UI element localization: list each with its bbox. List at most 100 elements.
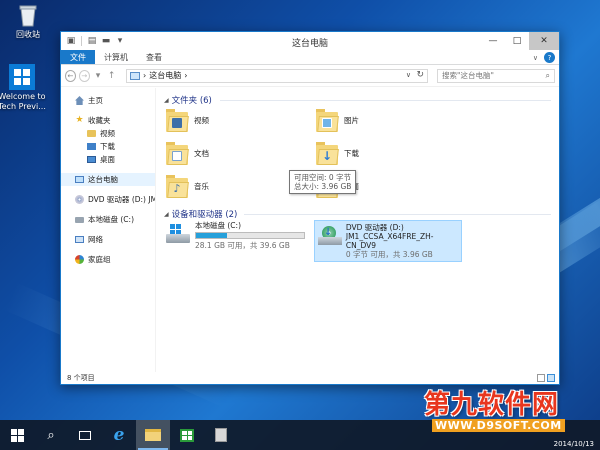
- watermark-url: WWW.D9SOFT.COM: [432, 419, 565, 432]
- folder-tile-videos[interactable]: 视频: [166, 108, 209, 132]
- sidebar-item-label: 视频: [100, 129, 115, 138]
- sidebar-item-homegroup[interactable]: 家庭组: [61, 253, 155, 266]
- disk-icon: [75, 216, 84, 223]
- drive-tile-dvd-d[interactable]: ↓ DVD 驱动器 (D:) JM1_CCSA_X64FRE_ZH-CN_DV9…: [314, 220, 462, 262]
- search-button[interactable]: ⌕: [34, 420, 68, 450]
- view-switcher: [537, 374, 555, 382]
- sidebar-item-desktop[interactable]: 桌面: [61, 153, 155, 166]
- recent-locations-button[interactable]: ▾: [93, 70, 104, 82]
- address-bar[interactable]: › 这台电脑 › ∨ ↻: [126, 68, 428, 83]
- site-watermark: 第九软件网 WWW.D9SOFT.COM: [410, 384, 600, 444]
- watermark-title: 第九软件网: [424, 390, 560, 420]
- file-explorer-button[interactable]: [136, 420, 170, 450]
- folder-tile-pictures[interactable]: 图片: [316, 108, 359, 132]
- forward-button[interactable]: →: [78, 69, 90, 82]
- drive-tooltip: 可用空间: 0 字节 总大小: 3.96 GB: [289, 170, 357, 194]
- caption-buttons: — □ ✕: [481, 32, 559, 50]
- dvd-drive-icon: ↓: [318, 226, 342, 248]
- desktop-icon-welcome[interactable]: Welcome to Tech Previ...: [0, 64, 48, 112]
- sidebar-item-videos[interactable]: 视频: [61, 127, 155, 140]
- search-icon: ⌕: [47, 427, 55, 443]
- search-icon[interactable]: ⌕: [546, 71, 550, 81]
- folder-name: 图片: [344, 115, 359, 125]
- sidebar-item-label: 这台电脑: [88, 175, 118, 184]
- collapse-caret-icon[interactable]: ◢: [164, 211, 169, 218]
- close-button[interactable]: ✕: [529, 32, 559, 50]
- explorer-body: 主页 ★ 收藏夹 视频 下载 桌面 这台电脑 DVD 驱动器 (D:) JM 本地…: [61, 88, 559, 372]
- group-header-devices[interactable]: ◢ 设备和驱动器 (2): [164, 208, 237, 220]
- help-icon[interactable]: ?: [544, 52, 555, 63]
- navigation-bar: ← → ▾ ↑ › 这台电脑 › ∨ ↻ 搜索"这台电脑" ⌕: [61, 65, 559, 87]
- sidebar-item-home[interactable]: 主页: [61, 94, 155, 107]
- sidebar-item-label: 网络: [88, 235, 103, 244]
- group-divider: [220, 100, 551, 101]
- sidebar-item-favorites[interactable]: ★ 收藏夹: [61, 114, 155, 127]
- minimize-button[interactable]: —: [481, 32, 505, 50]
- breadcrumb-separator: ›: [143, 71, 147, 80]
- sidebar-item-label: 下载: [100, 142, 115, 151]
- title-bar[interactable]: ▣ ▤ ▬ ▾ 这台电脑 — □ ✕: [61, 32, 559, 50]
- folder-tile-music[interactable]: ♪ 音乐: [166, 174, 209, 198]
- drive-name: 本地磁盘 (C:): [195, 221, 241, 230]
- folder-tile-documents[interactable]: 文档: [166, 141, 209, 165]
- folder-icon: [87, 130, 96, 137]
- tab-view[interactable]: 查看: [137, 50, 171, 64]
- windows-logo-icon: [9, 64, 35, 90]
- tab-computer[interactable]: 计算机: [95, 50, 137, 64]
- star-icon: ★: [75, 115, 84, 125]
- desktop-icon-label: Welcome to Tech Previ...: [0, 92, 46, 111]
- breadcrumb-item[interactable]: 这台电脑: [149, 70, 181, 81]
- maximize-button[interactable]: □: [505, 32, 529, 50]
- drive-free-space: 0 字节 可用，共 3.96 GB: [345, 250, 433, 259]
- tooltip-free-space: 可用空间: 0 字节: [294, 173, 352, 182]
- search-box[interactable]: 搜索"这台电脑" ⌕: [437, 68, 555, 83]
- drive-usage-bar: [195, 232, 305, 239]
- details-view-button[interactable]: [537, 374, 545, 382]
- sidebar-item-local-disk[interactable]: 本地磁盘 (C:): [61, 213, 155, 226]
- back-button[interactable]: ←: [65, 69, 76, 82]
- pictures-folder-icon: [316, 108, 339, 132]
- recycle-bin-icon: [15, 2, 41, 28]
- content-pane: ◢ 文件夹 (6) 视频 图片 文档 ↓ 下载 ♪ 音乐 ◢ 设备和驱动器 (2…: [156, 88, 559, 372]
- document-button[interactable]: [204, 420, 238, 450]
- folder-name: 音乐: [194, 181, 209, 191]
- refresh-icon[interactable]: ↻: [416, 70, 424, 80]
- desktop-icon-recycle-bin[interactable]: 回收站: [0, 2, 56, 40]
- collapse-caret-icon[interactable]: ◢: [164, 97, 169, 104]
- item-count: 8 个项目: [67, 374, 95, 382]
- up-button[interactable]: ↑: [106, 70, 117, 82]
- tiles-view-button[interactable]: [547, 374, 555, 382]
- documents-folder-icon: [166, 141, 189, 165]
- group-divider: [244, 214, 551, 215]
- expand-ribbon-icon[interactable]: ∨: [533, 54, 538, 62]
- start-button[interactable]: [0, 420, 34, 450]
- folder-tile-downloads[interactable]: ↓ 下载: [316, 141, 359, 165]
- tab-file[interactable]: 文件: [61, 50, 95, 64]
- task-view-button[interactable]: [68, 420, 102, 450]
- file-explorer-window[interactable]: ▣ ▤ ▬ ▾ 这台电脑 — □ ✕ 文件 计算机 查看 ∨ ? ← → ▾ ↑…: [60, 31, 560, 385]
- sidebar-item-dvd-drive[interactable]: DVD 驱动器 (D:) JM: [61, 193, 155, 206]
- sidebar-item-network[interactable]: 网络: [61, 233, 155, 246]
- drive-tile-local-disk-c[interactable]: 本地磁盘 (C:) 28.1 GB 可用，共 39.6 GB: [166, 221, 305, 250]
- group-header-folders[interactable]: ◢ 文件夹 (6): [164, 94, 212, 106]
- folder-name: 下载: [344, 148, 359, 158]
- home-icon: [75, 96, 84, 105]
- sidebar-item-label: 收藏夹: [88, 116, 111, 125]
- folder-name: 视频: [194, 115, 209, 125]
- search-placeholder: 搜索"这台电脑": [442, 71, 494, 80]
- address-dropdown-icon[interactable]: ∨: [406, 71, 411, 79]
- network-icon: [75, 236, 84, 243]
- document-icon: [215, 428, 227, 442]
- hard-disk-icon: [166, 224, 190, 246]
- video-folder-icon: [166, 108, 189, 132]
- store-button[interactable]: [170, 420, 204, 450]
- sidebar-item-this-pc[interactable]: 这台电脑: [61, 173, 155, 186]
- status-bar: 8 个项目: [61, 372, 559, 384]
- ie-button[interactable]: e: [102, 420, 136, 450]
- sidebar-item-downloads[interactable]: 下载: [61, 140, 155, 153]
- navigation-pane: 主页 ★ 收藏夹 视频 下载 桌面 这台电脑 DVD 驱动器 (D:) JM 本地…: [61, 88, 156, 372]
